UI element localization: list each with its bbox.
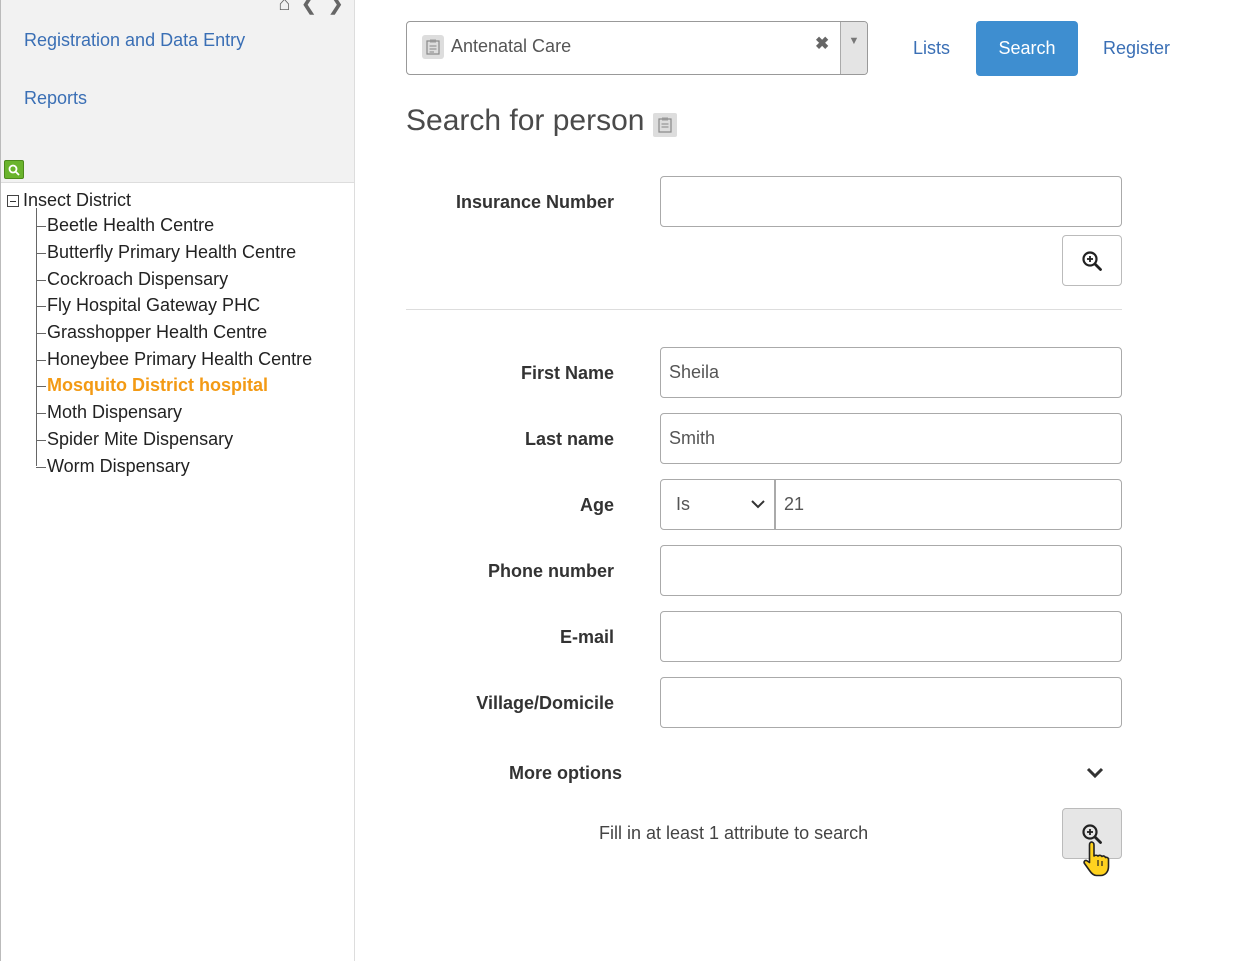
menu-reports[interactable]: Reports [24, 88, 87, 109]
age-input[interactable] [775, 479, 1122, 530]
email-input[interactable] [660, 611, 1122, 662]
insurance-input[interactable] [660, 176, 1122, 227]
divider [406, 309, 1122, 310]
menu-registration[interactable]: Registration and Data Entry [24, 30, 245, 51]
age-operator-value: Is [676, 494, 691, 514]
search-tab-button[interactable]: Search [976, 21, 1078, 76]
sidebar-menu: ⌂ ❮ ❯ Registration and Data Entry Report… [1, 0, 354, 183]
home-icon[interactable]: ⌂ [278, 0, 290, 14]
tree-item[interactable]: Spider Mite Dispensary [36, 429, 233, 450]
page-title: Search for person [406, 104, 645, 137]
village-label: Village/Domicile [476, 693, 614, 713]
tree-item[interactable]: Worm Dispensary [36, 456, 190, 477]
nav-icons: ⌂ ❮ ❯ [278, 0, 344, 14]
insurance-label: Insurance Number [455, 192, 614, 212]
program-icon [422, 35, 444, 59]
tree-search-icon[interactable] [4, 160, 24, 179]
tree-item[interactable]: Cockroach Dispensary [36, 269, 228, 290]
tree-item-selected[interactable]: Mosquito District hospital [36, 375, 268, 396]
tree-item[interactable]: Moth Dispensary [36, 402, 182, 423]
tree-root-label[interactable]: Insect District [23, 190, 131, 211]
first-name-label: First Name [520, 363, 614, 383]
arrow-right-icon[interactable]: ❯ [327, 0, 344, 14]
age-operator-select[interactable]: Is [660, 479, 775, 530]
chevron-down-icon[interactable] [1085, 763, 1105, 783]
phone-label: Phone number [487, 561, 614, 581]
hand-pointer-icon [1083, 841, 1110, 877]
dropdown-arrow-icon[interactable]: ▼ [840, 22, 867, 74]
last-name-label: Last name [524, 429, 614, 449]
collapse-icon[interactable] [7, 194, 19, 207]
first-name-input[interactable] [660, 347, 1122, 398]
program-label: Antenatal Care [451, 36, 572, 56]
tree-item[interactable]: Grasshopper Health Centre [36, 322, 267, 343]
email-label: E-mail [559, 627, 614, 647]
sidebar: ⌂ ❮ ❯ Registration and Data Entry Report… [0, 0, 355, 961]
village-input[interactable] [660, 677, 1122, 728]
tree-item[interactable]: Beetle Health Centre [36, 215, 214, 236]
last-name-input[interactable] [660, 413, 1122, 464]
program-icon [653, 113, 677, 137]
zoom-in-icon [1082, 250, 1102, 271]
tree-item[interactable]: Honeybee Primary Health Centre [36, 349, 312, 370]
register-link[interactable]: Register [1103, 38, 1170, 59]
clear-icon[interactable]: ✖ [815, 34, 829, 54]
lists-link[interactable]: Lists [913, 38, 950, 59]
chevron-down-icon [751, 500, 765, 509]
tree-item[interactable]: Butterfly Primary Health Centre [36, 242, 296, 263]
search-hint: Fill in at least 1 attribute to search [599, 823, 869, 843]
arrow-left-icon[interactable]: ❮ [300, 0, 317, 14]
phone-input[interactable] [660, 545, 1122, 596]
program-select[interactable]: Antenatal Care ✖ ▼ [406, 21, 868, 75]
tree-item[interactable]: Fly Hospital Gateway PHC [36, 295, 260, 316]
insurance-search-button[interactable] [1062, 235, 1122, 286]
age-label: Age [579, 495, 614, 515]
more-options-toggle[interactable]: More options [509, 763, 622, 784]
tree-root[interactable]: Insect District [7, 190, 131, 211]
